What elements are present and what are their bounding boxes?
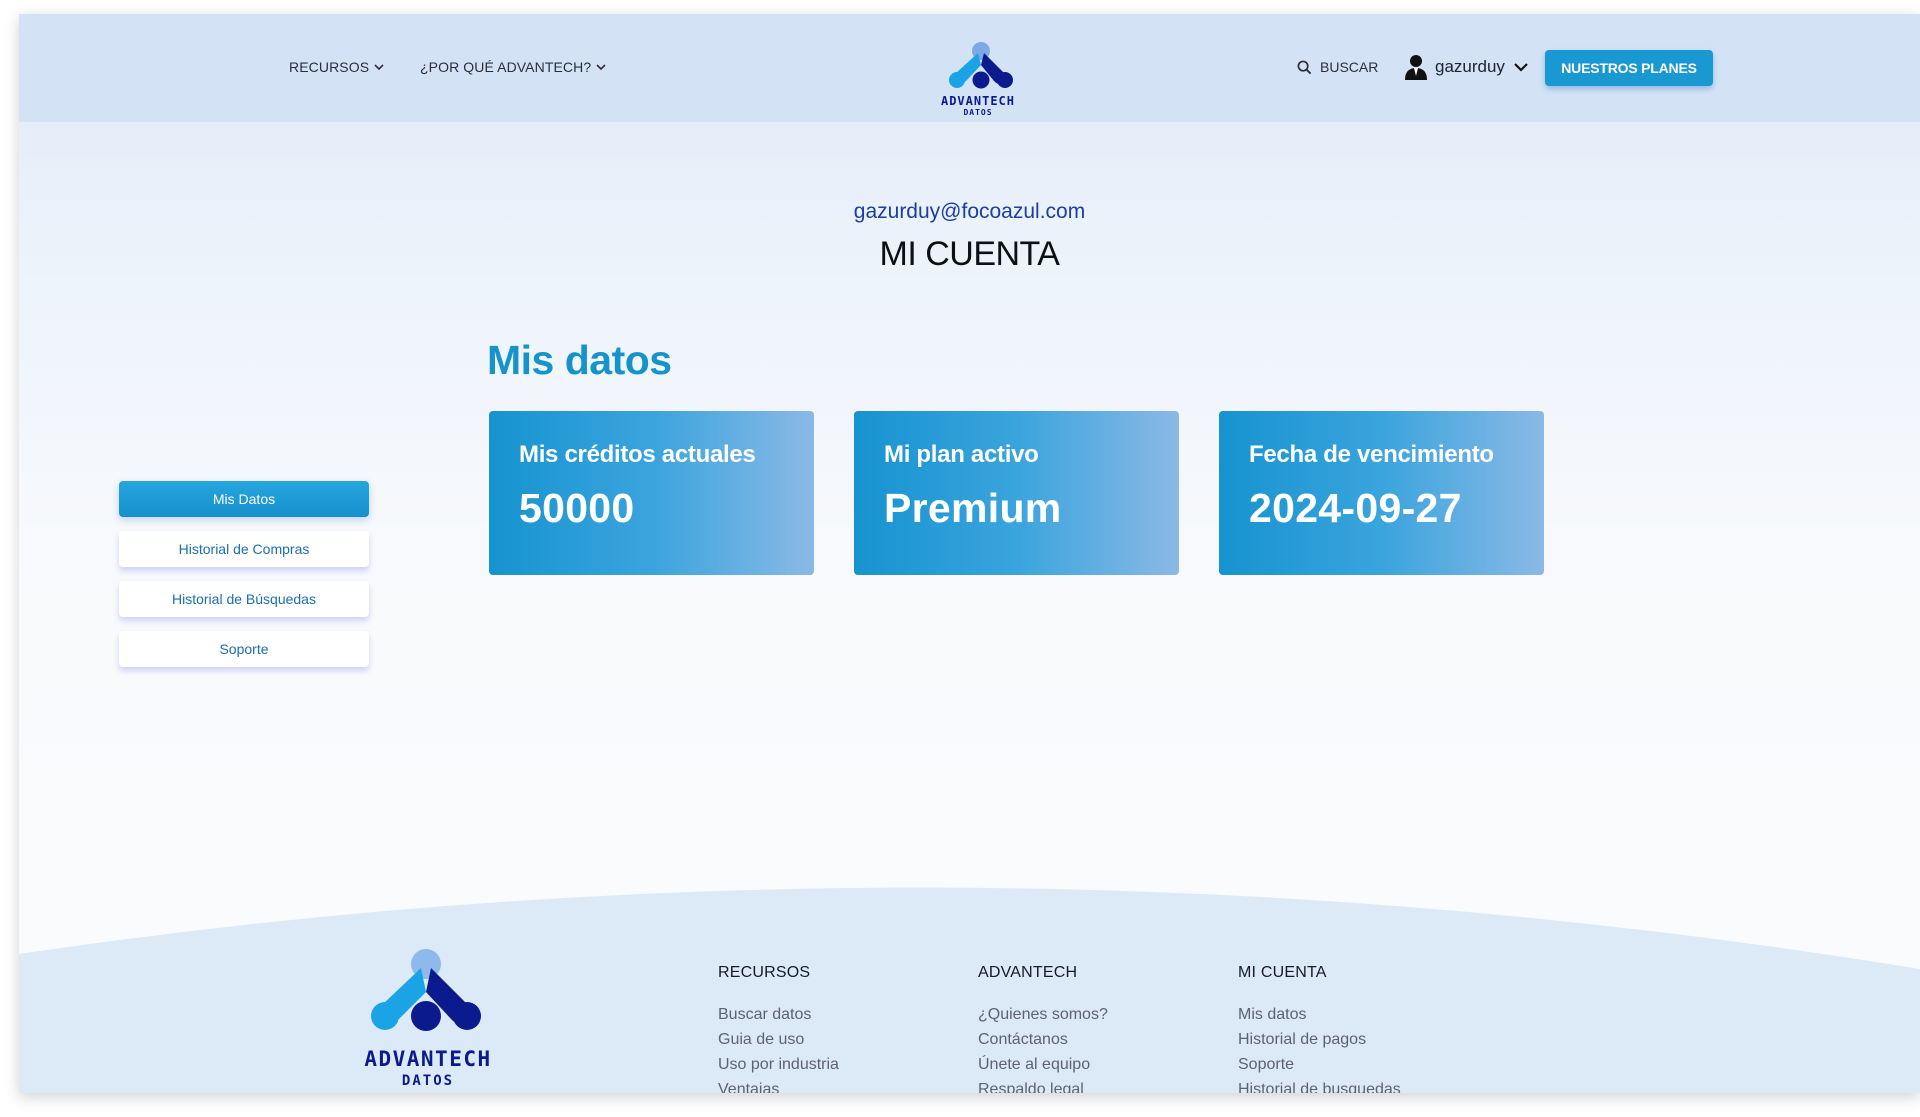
logo-brand-text: ADVANTECH <box>941 94 1015 108</box>
footer-background <box>19 887 1920 1093</box>
footer-link-quienes-somos[interactable]: ¿Quienes somos? <box>978 1002 1108 1027</box>
side-menu-mis-datos[interactable]: Mis Datos <box>119 481 369 517</box>
nav-recursos[interactable]: RECURSOS <box>289 59 385 75</box>
footer-link-soporte[interactable]: Soporte <box>1238 1052 1401 1077</box>
advantech-logo[interactable]: ADVANTECH DATOS <box>926 31 1026 119</box>
chevron-down-icon <box>374 64 384 71</box>
footer-link-historial-busquedas[interactable]: Historial de busquedas <box>1238 1077 1401 1093</box>
card-plan: Mi plan activo Premium <box>854 411 1179 575</box>
search-label: BUSCAR <box>1320 59 1379 75</box>
card-vencimiento-value: 2024-09-27 <box>1249 485 1462 531</box>
footer-link-buscar-datos[interactable]: Buscar datos <box>718 1002 839 1027</box>
card-creditos-value: 50000 <box>519 485 635 531</box>
card-plan-label: Mi plan activo <box>884 441 1039 468</box>
footer-column-title: ADVANTECH <box>978 964 1078 981</box>
nav-por-que-label: ¿POR QUÉ ADVANTECH? <box>420 59 592 75</box>
page-title: MI CUENTA <box>879 235 1060 273</box>
top-header: RECURSOS ¿POR QUÉ ADVANTECH? ADVANTECH D… <box>19 14 1920 122</box>
footer-logo[interactable]: ADVANTECH DATOS <box>345 944 511 1093</box>
nav-recursos-label: RECURSOS <box>289 59 370 75</box>
nuestros-planes-button[interactable]: NUESTROS PLANES <box>1545 50 1713 86</box>
side-menu-soporte[interactable]: Soporte <box>119 631 369 667</box>
chevron-down-icon <box>1514 63 1528 72</box>
footer-logo-sub-text: DATOS <box>402 1073 454 1089</box>
footer-column-recursos: RECURSOS Buscar datos Guia de uso Uso po… <box>718 964 839 1093</box>
footer-logo-brand-text: ADVANTECH <box>364 1047 491 1071</box>
footer-link-historial-pagos[interactable]: Historial de pagos <box>1238 1027 1401 1052</box>
user-icon <box>1405 55 1427 80</box>
page-frame: RECURSOS ¿POR QUÉ ADVANTECH? ADVANTECH D… <box>19 14 1920 1093</box>
footer-link-guia-de-uso[interactable]: Guia de uso <box>718 1027 839 1052</box>
username: gazurduy <box>1435 57 1505 76</box>
logo-sub-text: DATOS <box>963 108 992 117</box>
user-email: gazurduy@focoazul.com <box>853 200 1086 223</box>
chevron-down-icon <box>596 64 606 71</box>
search-icon <box>1297 60 1312 74</box>
footer-link-ventajas[interactable]: Ventajas <box>718 1077 839 1093</box>
card-creditos: Mis créditos actuales 50000 <box>489 411 814 575</box>
footer-column-title: RECURSOS <box>718 964 811 981</box>
side-menu-historial-compras[interactable]: Historial de Compras <box>119 531 369 567</box>
card-plan-value: Premium <box>884 485 1062 531</box>
footer-link-mis-datos[interactable]: Mis datos <box>1238 1002 1401 1027</box>
nav-por-que-advantech[interactable]: ¿POR QUÉ ADVANTECH? <box>420 59 607 75</box>
footer-link-unete-al-equipo[interactable]: Únete al equipo <box>978 1052 1108 1077</box>
user-menu[interactable]: gazurduy <box>1405 54 1529 80</box>
footer-column-advantech: ADVANTECH ¿Quienes somos? Contáctanos Ún… <box>978 964 1108 1093</box>
footer-column-title: MI CUENTA <box>1238 964 1327 981</box>
section-title: Mis datos <box>487 337 672 383</box>
footer-link-respaldo-legal[interactable]: Respaldo legal <box>978 1077 1108 1093</box>
footer-link-contactanos[interactable]: Contáctanos <box>978 1027 1108 1052</box>
card-vencimiento: Fecha de vencimiento 2024-09-27 <box>1219 411 1544 575</box>
footer-link-uso-por-industria[interactable]: Uso por industria <box>718 1052 839 1077</box>
card-creditos-label: Mis créditos actuales <box>519 441 756 468</box>
card-vencimiento-label: Fecha de vencimiento <box>1249 441 1494 468</box>
search-button[interactable]: BUSCAR <box>1297 59 1378 75</box>
side-menu-historial-busquedas[interactable]: Historial de Búsquedas <box>119 581 369 617</box>
footer-column-mi-cuenta: MI CUENTA Mis datos Historial de pagos S… <box>1238 964 1401 1093</box>
